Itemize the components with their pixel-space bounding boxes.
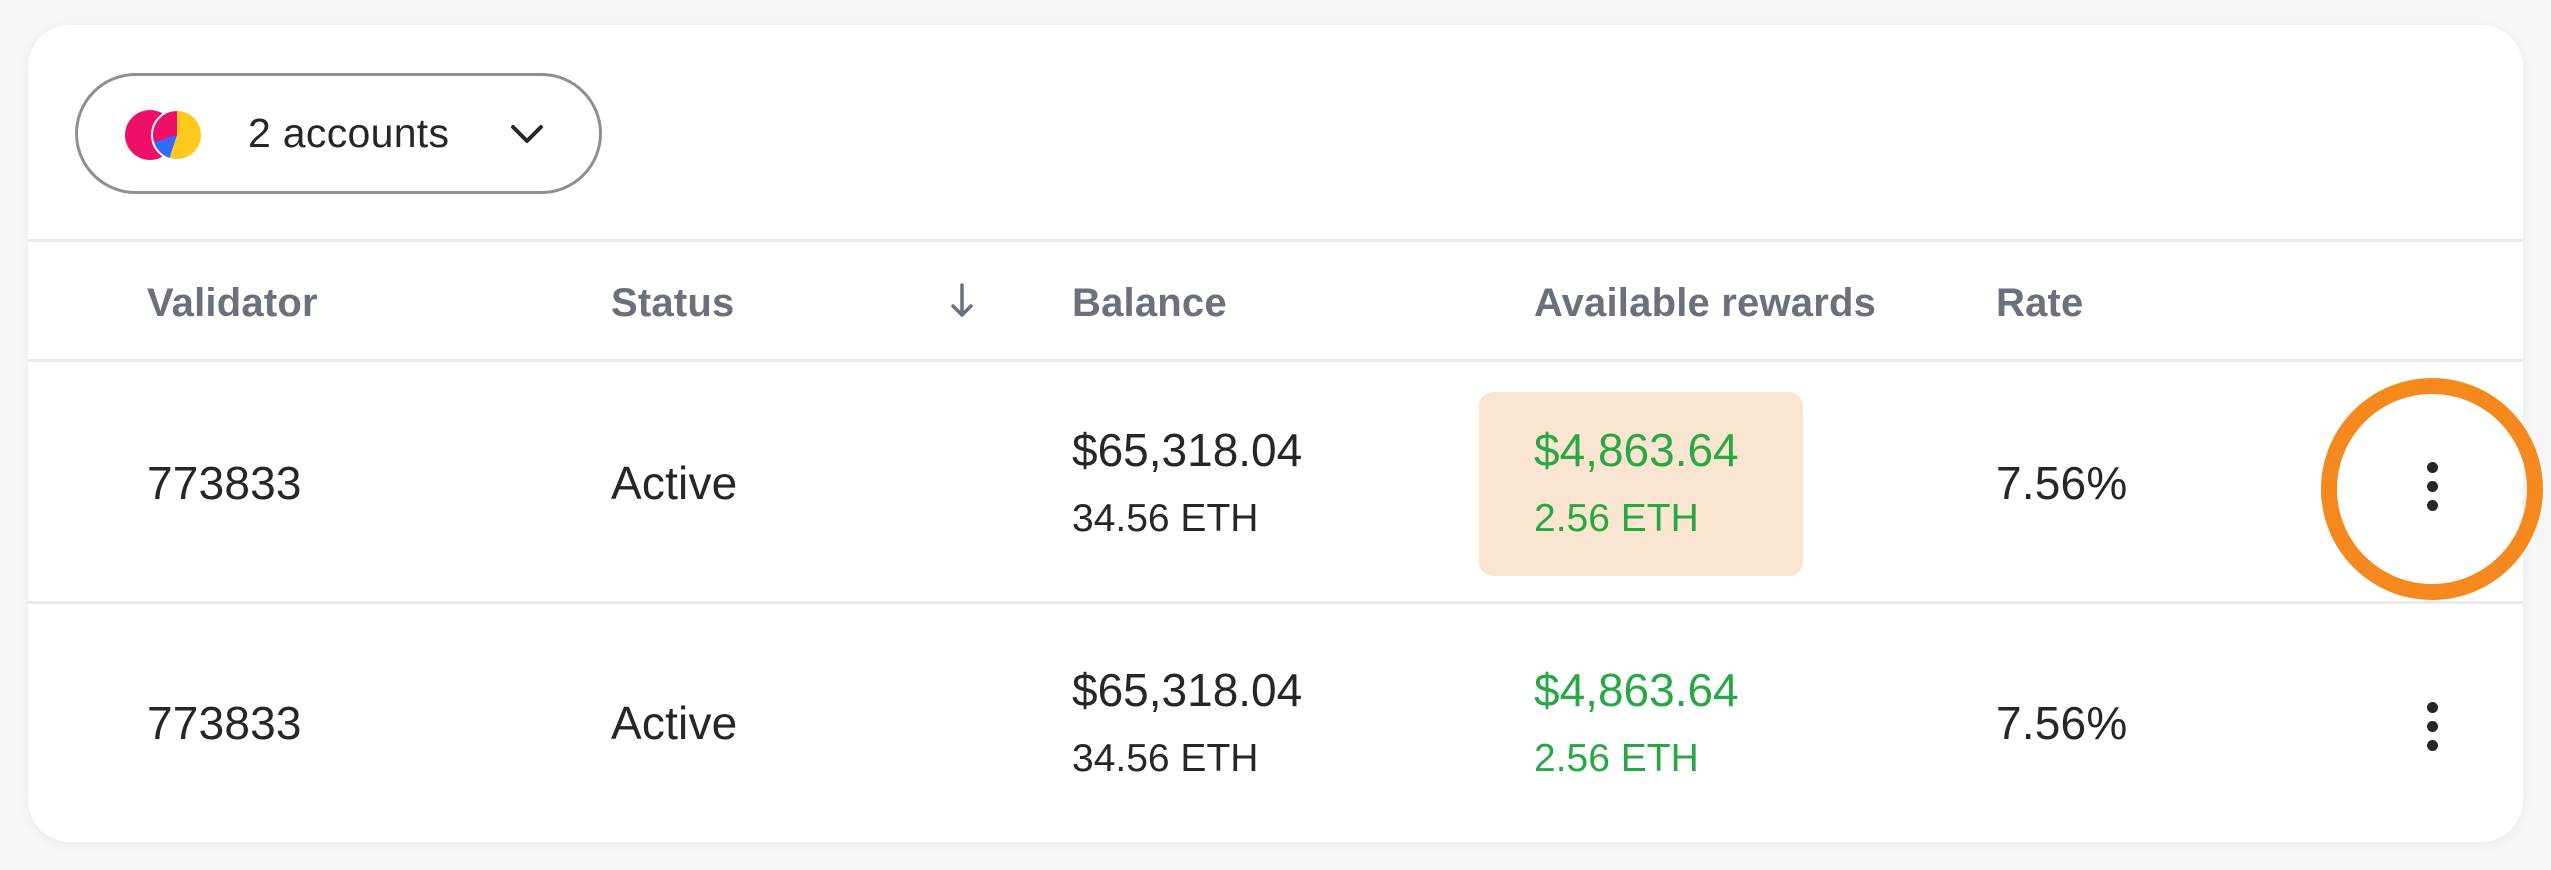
focus-ring: [2321, 378, 2543, 600]
account-selector[interactable]: 2 accounts: [75, 73, 602, 194]
balance-eth: 34.56 ETH: [1072, 497, 1259, 540]
divider: [28, 601, 2523, 604]
validator-rate: 7.56%: [1996, 457, 2128, 509]
column-header-available-rewards[interactable]: Available rewards: [1534, 281, 1876, 326]
balance-usd: $65,318.04: [1072, 664, 1303, 716]
validator-id: 773833: [147, 457, 302, 509]
rewards-highlight: [1479, 392, 1803, 576]
validators-card: 2 accounts Validator Status Balance Avai…: [28, 25, 2543, 842]
balance-usd: $65,318.04: [1072, 424, 1303, 476]
chevron-down-icon: [511, 125, 543, 143]
account-selector-label: 2 accounts: [248, 110, 450, 156]
column-header-validator[interactable]: Validator: [147, 281, 318, 326]
avatar: [151, 109, 203, 161]
rewards-usd: $4,863.64: [1534, 424, 1739, 476]
rewards-usd: $4,863.64: [1534, 664, 1739, 716]
divider: [28, 239, 2523, 242]
balance-eth: 34.56 ETH: [1072, 737, 1259, 780]
validator-status: Active: [611, 697, 738, 749]
column-header-balance[interactable]: Balance: [1072, 281, 1227, 326]
rewards-eth: 2.56 ETH: [1534, 737, 1699, 780]
validator-status: Active: [611, 457, 738, 509]
column-header-status[interactable]: Status: [611, 281, 734, 326]
rewards-eth: 2.56 ETH: [1534, 497, 1699, 540]
validator-id: 773833: [147, 697, 302, 749]
arrow-down-icon[interactable]: [944, 279, 980, 323]
divider: [28, 359, 2523, 362]
column-header-rate[interactable]: Rate: [1996, 281, 2084, 326]
more-vertical-icon[interactable]: [2420, 702, 2444, 762]
validator-rate: 7.56%: [1996, 697, 2128, 749]
account-avatars: [125, 109, 205, 161]
